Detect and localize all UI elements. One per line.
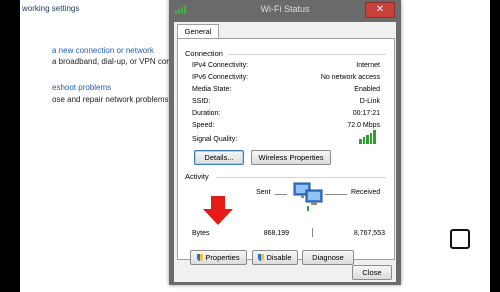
duration-value: 00:17:21 <box>352 110 380 117</box>
disable-button-label: Disable <box>266 253 292 262</box>
bg-text-diagnose: ose and repair network problems, o <box>52 95 178 104</box>
connection-separator <box>228 54 386 55</box>
bytes-received-value: 8,767,553 <box>353 230 385 237</box>
sent-label: Sent <box>256 189 271 196</box>
search-monitor-icon <box>450 229 470 249</box>
activity-separator <box>216 177 386 178</box>
wireless-properties-button[interactable]: Wireless Properties <box>251 150 331 165</box>
dialog-content: General Connection IPv4 Connectivity: In… <box>174 22 396 282</box>
watermark-logo: سامانه‌ها پورتال جامع سامانه‌ها <box>428 218 494 284</box>
media-state-value: Enabled <box>354 86 380 93</box>
wifi-status-dialog: Wi-Fi Status ✕ General Connection IPv4 C… <box>169 0 401 285</box>
title-bar[interactable]: Wi-Fi Status ✕ <box>169 0 401 18</box>
shield-icon <box>258 254 265 261</box>
close-button[interactable]: Close <box>352 265 392 280</box>
ipv4-label: IPv4 Connectivity: <box>192 62 249 69</box>
activity-group-label: Activity <box>185 172 209 181</box>
bg-heading: working settings <box>22 4 80 13</box>
ipv6-value: No network access <box>320 74 380 81</box>
connection-group-label: Connection <box>185 49 223 58</box>
close-icon[interactable]: ✕ <box>365 2 395 18</box>
speed-value: 72.0 Mbps <box>347 122 380 129</box>
bg-text-broadband: a broadband, dial-up, or VPN conn <box>52 57 176 66</box>
bytes-label: Bytes <box>192 230 210 237</box>
diagnose-button[interactable]: Diagnose <box>302 250 354 265</box>
network-computers-icon <box>293 182 323 211</box>
watermark-subtitle: پورتال جامع سامانه‌ها <box>428 274 490 281</box>
ssid-label: SSID: <box>192 98 211 105</box>
general-tab-page: Connection IPv4 Connectivity: Internet I… <box>177 38 395 265</box>
shield-icon <box>197 254 204 261</box>
received-label: Received <box>351 189 381 196</box>
ipv4-value: Internet <box>356 62 380 69</box>
watermark-title: سامانه‌ها <box>432 256 486 270</box>
duration-label: Duration: <box>192 110 221 117</box>
speed-label: Speed: <box>192 122 215 129</box>
received-line <box>325 194 347 195</box>
signal-quality-label: Signal Quality: <box>192 136 238 143</box>
bg-link-new-connection[interactable]: a new connection or network <box>52 46 154 55</box>
properties-button[interactable]: Properties <box>190 250 247 265</box>
ipv6-label: IPv6 Connectivity: <box>192 74 249 81</box>
tab-general[interactable]: General <box>177 24 219 38</box>
properties-button-label: Properties <box>205 253 240 262</box>
signal-quality-bars-icon <box>359 130 377 144</box>
bytes-sent-value: 868,199 <box>263 230 289 237</box>
media-state-label: Media State: <box>192 86 232 93</box>
disable-button[interactable]: Disable <box>252 250 298 265</box>
bg-link-troubleshoot[interactable]: eshoot problems <box>52 83 111 92</box>
ssid-value: D-Link <box>359 98 380 105</box>
sent-line <box>275 194 287 195</box>
red-arrow-stem <box>211 196 225 210</box>
details-button[interactable]: Details... <box>194 150 244 165</box>
red-arrow-icon <box>203 209 233 225</box>
